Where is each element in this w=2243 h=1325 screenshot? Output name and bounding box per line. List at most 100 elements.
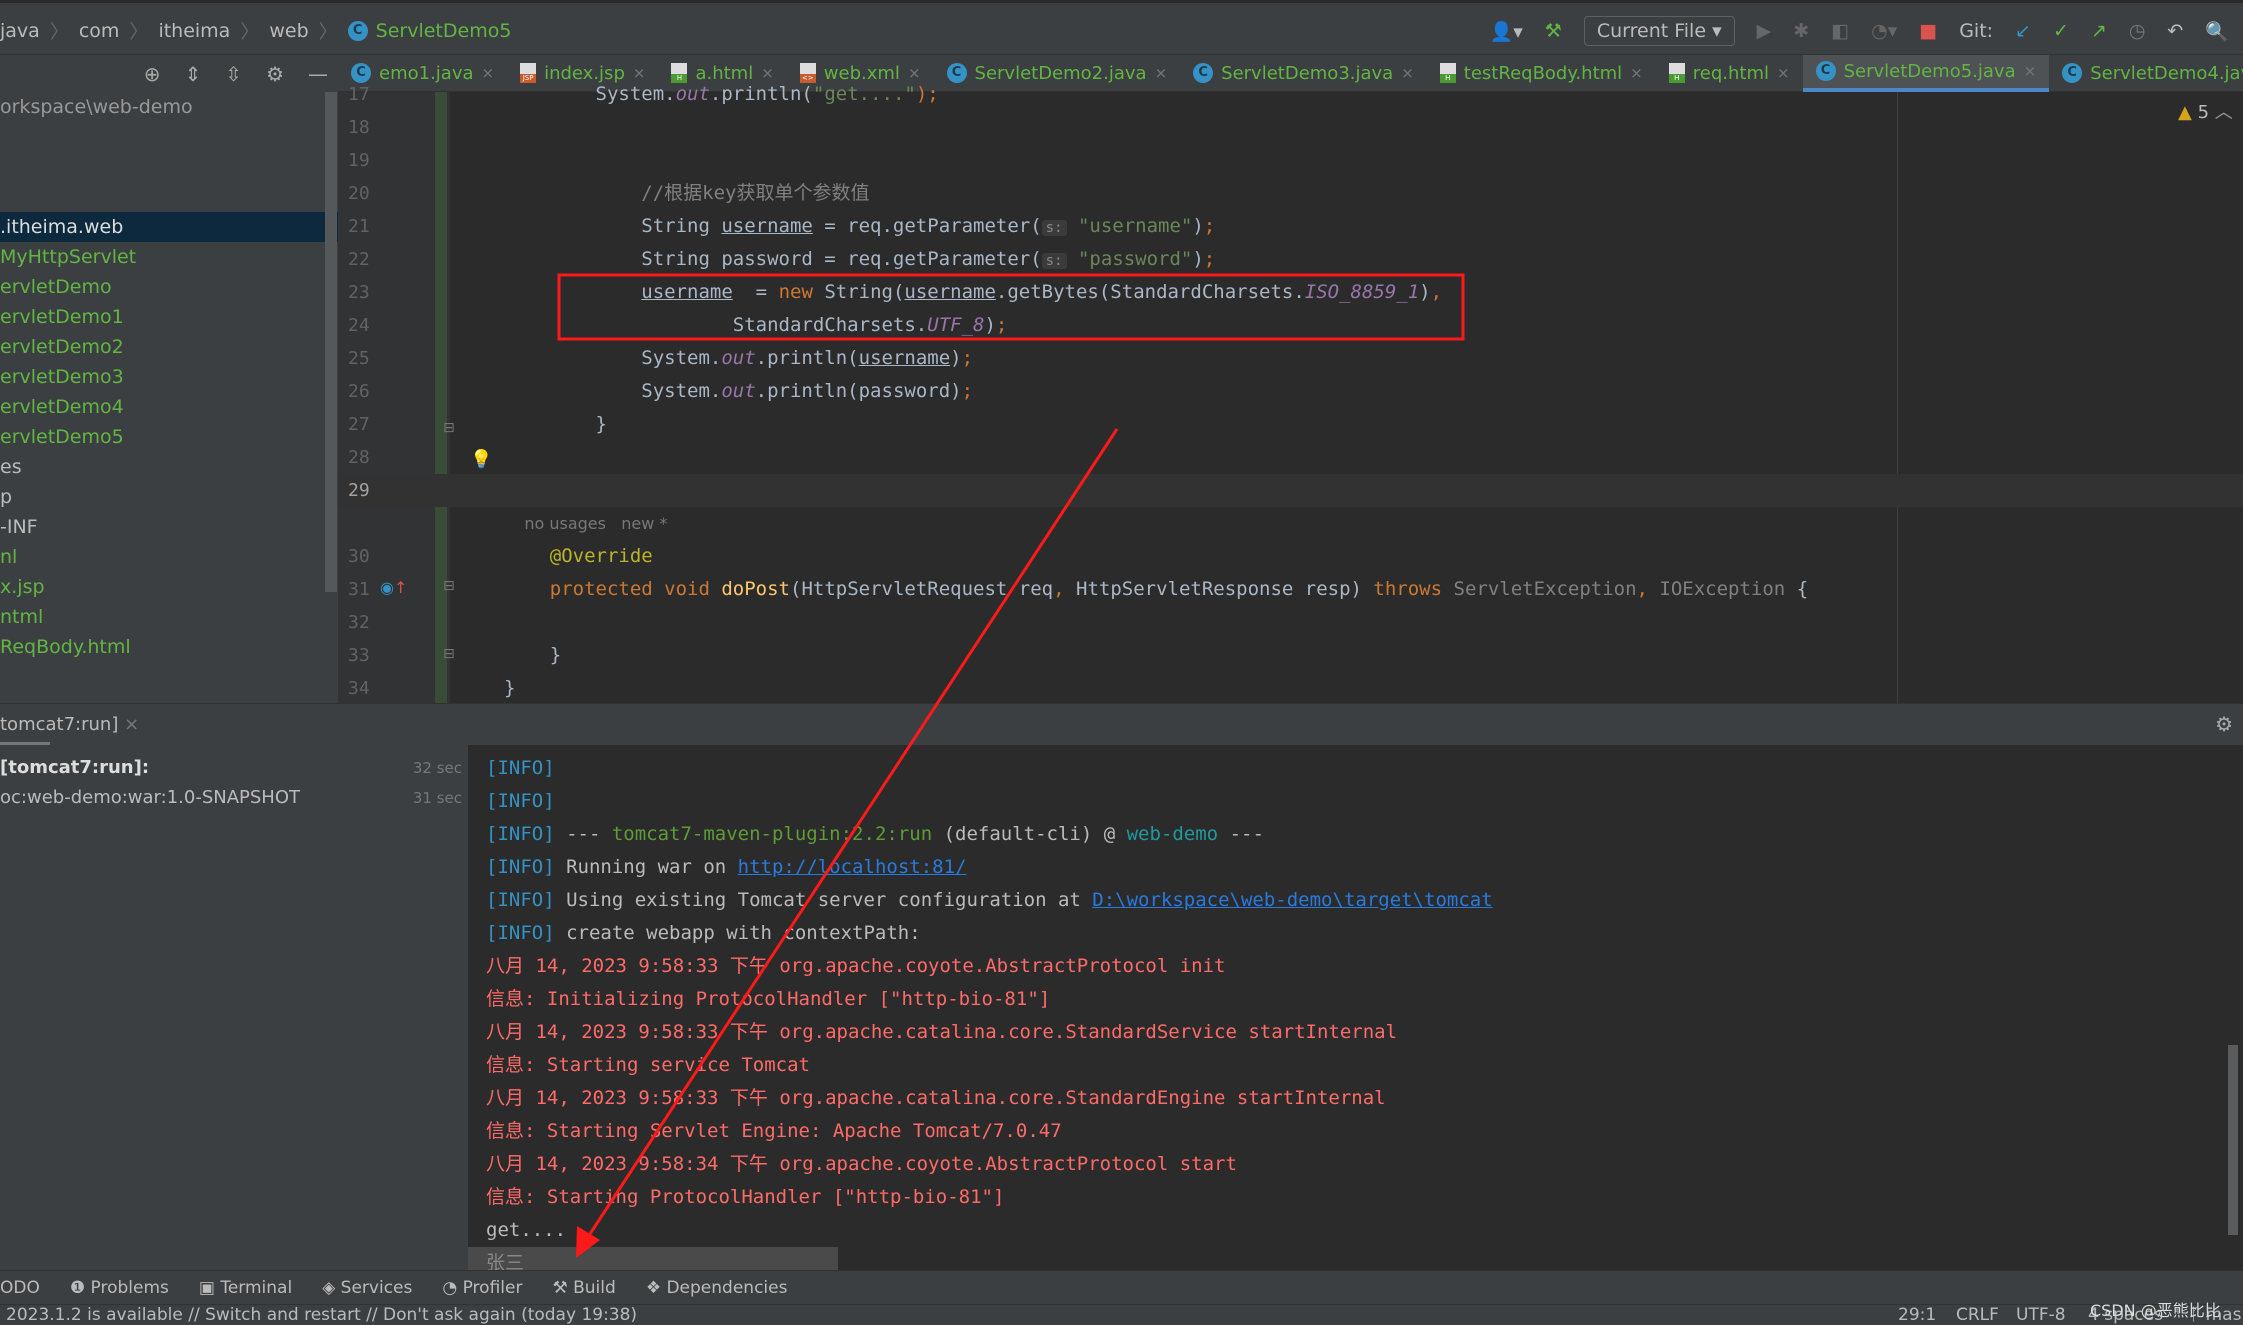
project-tree-item[interactable]: p: [0, 482, 338, 512]
breadcrumb-item[interactable]: itheima: [158, 20, 230, 42]
history-icon[interactable]: ◷: [2129, 20, 2146, 42]
project-tree-item[interactable]: ntml: [0, 602, 338, 632]
console-link[interactable]: http://localhost:81/: [738, 856, 967, 878]
override-icon[interactable]: ◉↑: [380, 578, 407, 597]
locate-icon[interactable]: ⊕: [144, 62, 161, 86]
line-number: 22: [348, 249, 370, 270]
project-tree-item[interactable]: es: [0, 452, 338, 482]
project-tree-item[interactable]: nl: [0, 542, 338, 572]
line-number: 20: [348, 183, 370, 204]
project-tree-item[interactable]: [0, 122, 338, 152]
git-update-icon[interactable]: ↙: [2015, 20, 2031, 42]
terminal-icon: ▣: [198, 1277, 221, 1298]
code-token: out: [721, 347, 756, 369]
project-tree-item[interactable]: orkspace\web-demo: [0, 92, 338, 122]
code-text: username = new String(username.getBytes(…: [504, 276, 1442, 309]
chevron-up-icon[interactable]: ︿: [2215, 102, 2233, 123]
code-line: 27 }: [338, 408, 2243, 441]
project-tree-item[interactable]: ervletDemo4: [0, 392, 338, 422]
console-scrollbar[interactable]: [2228, 1045, 2238, 1235]
tool-tab-services[interactable]: ◈ Services: [322, 1278, 412, 1298]
project-scrollbar[interactable]: [325, 92, 337, 592]
expand-all-icon[interactable]: ⇕: [185, 62, 202, 86]
run-config-dropdown[interactable]: Current File ▾: [1583, 16, 1735, 46]
close-icon[interactable]: ×: [124, 714, 139, 735]
project-tree-item[interactable]: x.jsp: [0, 572, 338, 602]
hide-icon[interactable]: —: [308, 62, 328, 86]
tool-tab-build[interactable]: ⚒ Build: [552, 1278, 615, 1298]
line-number: 21: [348, 216, 370, 237]
build-hammer-icon[interactable]: ⚒: [1545, 20, 1562, 42]
console-output[interactable]: [INFO] [INFO] [INFO] --- tomcat7-maven-plu…: [468, 745, 2243, 1270]
console-token: [INFO]: [486, 790, 555, 812]
search-icon[interactable]: 🔍: [2205, 20, 2229, 43]
code-token: ,: [1430, 281, 1443, 303]
console-token: [INFO]: [486, 856, 555, 878]
debug-icon[interactable]: ✱: [1793, 20, 1809, 42]
project-tree-item[interactable]: ervletDemo5: [0, 422, 338, 452]
git-push-icon[interactable]: ↗: [2091, 20, 2107, 42]
fold-icon[interactable]: ⊟: [443, 420, 455, 436]
lightbulb-icon[interactable]: 💡: [470, 449, 492, 470]
warnings-indicator[interactable]: ▲ 5 ︿: [2178, 98, 2233, 124]
line-number: 33: [348, 645, 370, 666]
run-tree-item[interactable]: oc:web-demo:war:1.0-SNAPSHOT 31 sec: [0, 783, 468, 813]
run-config-label: Current File: [1596, 20, 1707, 42]
run-tab-label: tomcat7:run]: [0, 714, 119, 735]
code-token: }: [504, 644, 562, 666]
breadcrumb-item[interactable]: web: [269, 20, 308, 42]
profile-icon[interactable]: ◔▾: [1871, 20, 1897, 42]
gear-icon[interactable]: ⚙: [266, 62, 284, 86]
line-separator[interactable]: CRLF: [1956, 1305, 1999, 1325]
code-editor[interactable]: 17 System.out.println("get...."); 18 19 20 …: [338, 78, 2243, 705]
code-token: }: [504, 677, 516, 699]
collapse-all-icon[interactable]: ⇳: [225, 62, 242, 86]
console-token: 八月 14, 2023 9:58:33 下午 org.apache.coyote…: [486, 955, 1226, 977]
update-message[interactable]: 2023.1.2 is available // Switch and rest…: [6, 1305, 637, 1325]
tool-tab-problems[interactable]: ❶ Problems: [70, 1278, 169, 1298]
gear-icon[interactable]: ⚙: [2215, 712, 2233, 736]
project-tree-item[interactable]: [0, 152, 338, 182]
usage-inlay[interactable]: no usages new *: [504, 514, 667, 533]
console-link[interactable]: D:\workspace\web-demo\target\tomcat: [1092, 889, 1492, 911]
run-tree-item[interactable]: [tomcat7:run]: 32 sec: [0, 753, 468, 783]
tool-tab-terminal[interactable]: ▣ Terminal: [199, 1278, 292, 1298]
code-token: System.: [504, 347, 722, 369]
fold-icon[interactable]: ⊟: [443, 578, 455, 594]
project-tree-item[interactable]: ervletDemo: [0, 272, 338, 302]
tool-tab-odo[interactable]: ODO: [0, 1278, 40, 1298]
caret-position[interactable]: 29:1: [1898, 1305, 1936, 1325]
rollback-icon[interactable]: ↶: [2167, 20, 2183, 42]
project-tree-item[interactable]: -INF: [0, 512, 338, 542]
console-line: 信息: Initializing ProtocolHandler ["http-…: [468, 983, 2243, 1016]
stop-icon[interactable]: ■: [1919, 20, 1937, 42]
project-tree-item[interactable]: .itheima.web: [0, 212, 338, 242]
file-encoding[interactable]: UTF-8: [2016, 1305, 2066, 1325]
breadcrumb-item[interactable]: java: [0, 20, 40, 42]
tool-tab-dependencies[interactable]: ❖ Dependencies: [646, 1278, 788, 1298]
project-tree-item[interactable]: ReqBody.html: [0, 632, 338, 662]
run-tab[interactable]: tomcat7:run] ×: [0, 714, 139, 735]
project-tree-item[interactable]: MyHttpServlet: [0, 242, 338, 272]
code-text: }: [504, 408, 607, 441]
code-line: no usages new *: [338, 507, 2243, 540]
breadcrumb-item[interactable]: com: [79, 20, 120, 42]
git-commit-icon[interactable]: ✓: [2053, 20, 2069, 42]
run-item-label: oc:web-demo:war:1.0-SNAPSHOT: [0, 787, 301, 808]
line-number: 23: [348, 282, 370, 303]
fold-icon[interactable]: ⊟: [443, 646, 455, 662]
line-number: 30: [348, 546, 370, 567]
project-tree-item[interactable]: ervletDemo3: [0, 362, 338, 392]
code-token: ;: [1203, 215, 1216, 237]
project-tree-item[interactable]: ervletDemo2: [0, 332, 338, 362]
user-icon[interactable]: 👤▾: [1490, 20, 1523, 43]
coverage-icon[interactable]: ◧: [1831, 20, 1849, 42]
breadcrumb-item[interactable]: ServletDemo5: [376, 20, 512, 42]
code-token: System.: [504, 380, 722, 402]
project-tree-item[interactable]: ervletDemo1: [0, 302, 338, 332]
project-tree-item[interactable]: [0, 182, 338, 212]
run-icon[interactable]: ▶: [1757, 20, 1772, 42]
console-line: 八月 14, 2023 9:58:33 下午 org.apache.catali…: [468, 1082, 2243, 1115]
tool-tab-profiler[interactable]: ◔ Profiler: [442, 1278, 522, 1298]
